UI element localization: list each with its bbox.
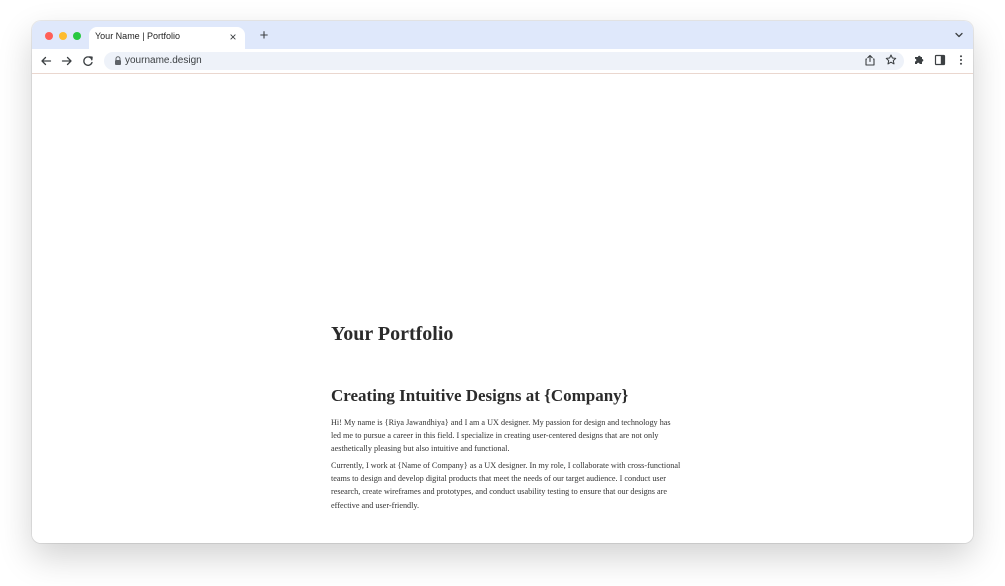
page-title: Your Portfolio: [331, 323, 454, 345]
browser-toolbar: yourname.design: [32, 49, 973, 74]
section-heading: Creating Intuitive Designs at {Company}: [331, 386, 629, 405]
tab-title: Your Name | Portfolio: [95, 31, 181, 41]
intro-paragraph: Hi! My name is {Riya Jawandhiya} and I a…: [331, 418, 671, 454]
portfolio-page: Your Portfolio Creating Intuitive Design…: [32, 74, 973, 543]
share-icon[interactable]: [863, 53, 877, 67]
new-tab-button[interactable]: +: [257, 28, 271, 44]
lock-icon: [115, 56, 121, 65]
close-window-button[interactable]: [45, 32, 53, 40]
star-icon[interactable]: [884, 53, 898, 67]
browser-window: Your Name | Portfolio × + yourname.desig…: [32, 21, 973, 543]
kebab-menu-icon[interactable]: [954, 53, 968, 67]
reload-icon[interactable]: [81, 54, 95, 68]
close-icon[interactable]: ×: [227, 31, 239, 43]
puzzle-icon[interactable]: [912, 53, 926, 67]
minimize-window-button[interactable]: [59, 32, 67, 40]
active-tab[interactable]: Your Name | Portfolio ×: [89, 27, 245, 49]
maximize-window-button[interactable]: [73, 32, 81, 40]
chevron-down-icon[interactable]: [953, 29, 965, 41]
address-url[interactable]: yourname.design: [125, 55, 202, 66]
arrow-right-icon[interactable]: [60, 54, 74, 68]
address-bar[interactable]: yourname.design: [104, 52, 904, 70]
arrow-left-icon[interactable]: [39, 54, 53, 68]
work-paragraph: Currently, I work at {Name of Company} a…: [331, 461, 681, 510]
browser-titlebar: Your Name | Portfolio × +: [32, 21, 973, 49]
side-panel-icon[interactable]: [933, 53, 947, 67]
